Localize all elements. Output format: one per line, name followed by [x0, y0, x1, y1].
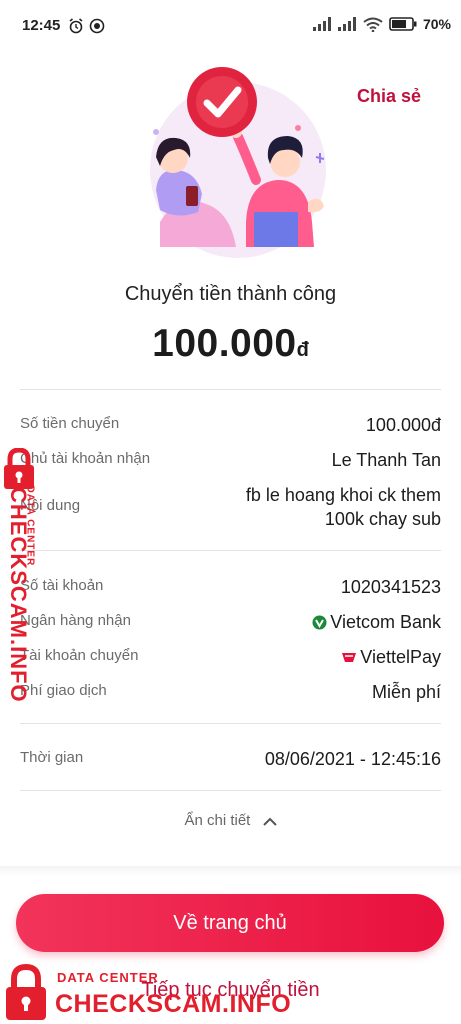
status-bar: 12:45 70%: [0, 0, 461, 56]
bank-name: Vietcom Bank: [330, 612, 441, 632]
detail-value: ViettelPay: [341, 645, 441, 669]
viettelpay-logo-icon: [342, 653, 357, 662]
detail-row-account-number: Số tài khoản 1020341523: [20, 575, 441, 599]
success-illustration: [150, 67, 326, 258]
detail-value: fb le hoang khoi ck them 100k chay sub: [246, 483, 441, 531]
amount-currency: đ: [296, 339, 309, 361]
detail-row-fee: Phí giao dịch Miễn phí: [20, 680, 441, 704]
detail-label: Số tiền chuyển: [20, 415, 120, 432]
divider: [20, 790, 441, 791]
detail-row-recipient: Chủ tài khoản nhận Le Thanh Tan: [20, 448, 441, 472]
detail-value: 100.000đ: [365, 415, 441, 435]
content-line-1: fb le hoang khoi ck them: [245, 485, 441, 505]
watermark-side: DATA CENTER CHECKSCAM.INFO: [0, 448, 52, 703]
transfer-amount: 100.000đ: [0, 322, 461, 366]
detail-label: Thời gian: [20, 749, 84, 766]
detail-row-content: Nội dung fb le hoang khoi ck them 100k c…: [20, 483, 441, 531]
lock-icon: [4, 448, 34, 489]
watermark-bottom-title: CHECKSCAM.INFO: [55, 990, 292, 1018]
divider: [20, 550, 441, 551]
divider: [20, 723, 441, 724]
wifi-icon: [363, 17, 383, 32]
home-button[interactable]: Về trang chủ: [16, 894, 444, 952]
status-time: 12:45: [22, 17, 61, 34]
detail-value: 1020341523: [340, 577, 441, 597]
share-button[interactable]: Chia sẻ: [357, 86, 421, 107]
detail-value: 08/06/2021 - 12:45:16: [264, 749, 441, 769]
detail-value: Vietcom Bank: [312, 610, 441, 634]
detail-value: Le Thanh Tan: [331, 450, 441, 470]
watermark-bottom: DATA CENTER CHECKSCAM.INFO: [0, 962, 292, 1024]
source-account-name: ViettelPay: [360, 647, 441, 667]
content-line-2: 100k chay sub: [324, 509, 441, 529]
success-title: Chuyển tiền thành công: [124, 283, 337, 305]
detail-row-source-account: Tài khoản chuyển ViettelPay: [20, 645, 441, 669]
signal-icon: [312, 17, 331, 31]
bottom-panel-shadow: [0, 866, 461, 876]
data-saver-icon: [89, 18, 105, 34]
divider: [20, 389, 441, 390]
watermark-bottom-subtitle: DATA CENTER: [57, 970, 159, 985]
detail-row-bank: Ngân hàng nhận Vietcom Bank: [20, 610, 441, 634]
hide-details-toggle[interactable]: Ẩn chi tiết: [0, 812, 461, 829]
watermark-side-title: CHECKSCAM.INFO: [6, 487, 31, 703]
status-left-icons: [68, 18, 105, 34]
lock-icon: [6, 964, 46, 1020]
alarm-icon: [69, 18, 83, 34]
battery-icon: [389, 17, 417, 31]
hide-details-label: Ẩn chi tiết: [184, 812, 251, 829]
status-right: 70%: [312, 16, 451, 32]
detail-row-time: Thời gian 08/06/2021 - 12:45:16: [20, 747, 441, 771]
detail-row-amount: Số tiền chuyển 100.000đ: [20, 413, 441, 437]
battery-percentage: 70%: [422, 16, 451, 32]
vietcombank-logo-icon: [312, 615, 327, 629]
detail-value: Miễn phí: [371, 682, 441, 702]
detail-label: Phí giao dịch: [20, 682, 107, 699]
signal-icon: [337, 17, 356, 31]
amount-value: 100.000: [152, 322, 297, 365]
chevron-up-icon: [262, 817, 277, 826]
